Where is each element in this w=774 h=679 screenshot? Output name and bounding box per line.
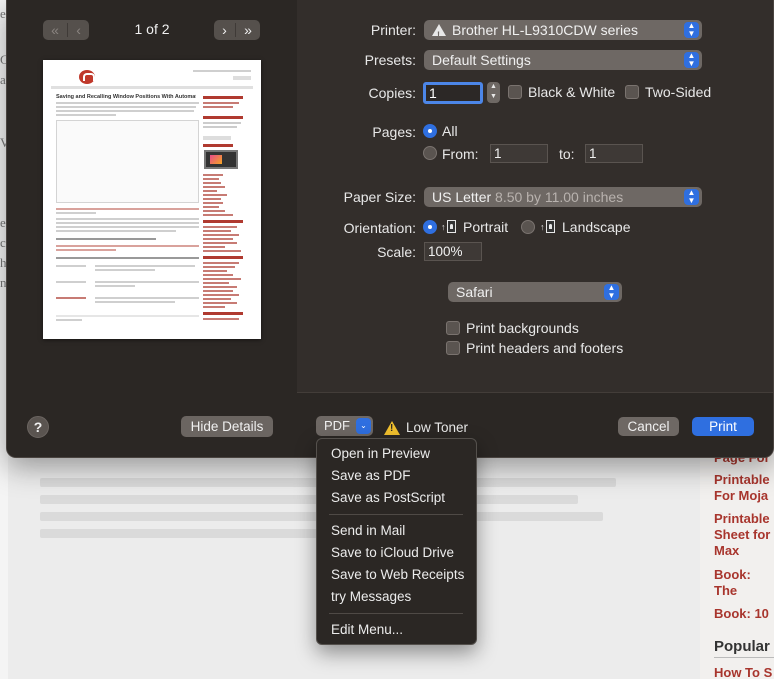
page-preview: Saving and Recalling Window Positions Wi… [43, 60, 261, 339]
menu-item-save-to-web-receipts[interactable]: Save to Web Receipts [317, 564, 476, 586]
print-backgrounds-checkbox[interactable] [446, 321, 460, 335]
last-page-button[interactable]: » [244, 20, 252, 40]
cancel-button[interactable]: Cancel [618, 417, 679, 436]
warning-icon [432, 24, 446, 45]
menu-item-try-messages[interactable]: try Messages [317, 586, 476, 608]
two-sided-label: Two-Sided [645, 84, 712, 100]
portrait-label: Portrait [463, 219, 509, 235]
pages-to-label-text: to: [559, 146, 575, 162]
warning-icon [384, 421, 400, 435]
pdf-menu-button[interactable]: PDF ⌄ [316, 416, 373, 436]
preview-article-title: Saving and Recalling Window Positions Wi… [56, 94, 196, 100]
print-backgrounds-label: Print backgrounds [466, 320, 579, 336]
menu-item-save-as-pdf[interactable]: Save as PDF [317, 465, 476, 487]
background-letter: a [0, 72, 6, 87]
pages-all-radio[interactable] [423, 124, 437, 138]
first-page-button[interactable]: « [51, 20, 59, 40]
sidebar-link[interactable]: Printable For Moja [714, 472, 774, 504]
print-headers-checkbox[interactable] [446, 341, 460, 355]
low-toner-label: Low Toner [406, 420, 469, 435]
pdf-menu: Open in Preview Save as PDF Save as Post… [316, 438, 477, 645]
menu-item-save-as-postscript[interactable]: Save as PostScript [317, 487, 476, 509]
chevron-updown-icon: ▲ ▼ [684, 22, 699, 38]
scale-input[interactable]: 100% [424, 242, 482, 261]
chevron-updown-icon: ▲ ▼ [684, 52, 699, 68]
popular-heading: Popular [714, 638, 770, 655]
paper-size-label: Paper Size: [343, 189, 416, 205]
landscape-icon: ↑ [540, 220, 555, 234]
black-white-checkbox[interactable] [508, 85, 522, 99]
copies-label: Copies: [368, 85, 416, 101]
presets-label: Presets: [364, 52, 416, 68]
preview-thumbnail [204, 150, 238, 169]
pages-to-input[interactable]: 1 [585, 144, 643, 163]
help-button[interactable]: ? [27, 416, 49, 438]
menu-separator [329, 514, 463, 515]
print-button[interactable]: Print [692, 417, 754, 436]
pages-from-label: From: [442, 146, 479, 162]
pages-range-radio[interactable] [423, 146, 437, 160]
pages-from-input[interactable]: 1 [490, 144, 548, 163]
preview-video-box [56, 120, 199, 203]
menu-item-open-in-preview[interactable]: Open in Preview [317, 443, 476, 465]
site-logo-icon [79, 70, 95, 84]
background-letter: c [0, 235, 6, 250]
landscape-radio[interactable] [521, 220, 535, 234]
pager-forward-group: › » [214, 20, 260, 40]
next-page-button[interactable]: › [222, 20, 227, 40]
background-letter: e [0, 6, 6, 21]
background-letter: e [0, 215, 6, 230]
presets-select[interactable]: Default Settings ▲ ▼ [424, 50, 702, 70]
copies-input[interactable]: 1 [423, 82, 483, 104]
two-sided-checkbox[interactable] [625, 85, 639, 99]
sidebar-link[interactable]: Printable Sheet for Max [714, 511, 774, 559]
sidebar-link[interactable]: How To S [714, 665, 772, 679]
landscape-label: Landscape [562, 219, 631, 235]
hide-details-button[interactable]: Hide Details [181, 416, 273, 437]
sidebar-link[interactable]: Book: The Security [714, 567, 774, 599]
orientation-label: Orientation: [343, 220, 416, 236]
print-headers-label: Print headers and footers [466, 340, 624, 356]
pages-label: Pages: [372, 124, 416, 140]
black-white-label: Black & White [528, 84, 616, 100]
chevron-updown-icon: ▲ ▼ [604, 284, 619, 300]
menu-item-edit-menu[interactable]: Edit Menu... [317, 619, 476, 641]
copies-stepper[interactable]: ▲ ▼ [487, 82, 500, 103]
sidebar-link[interactable]: Book: 10 [714, 606, 774, 622]
printer-select[interactable]: Brother HL-L9310CDW series ▲▼ [424, 20, 702, 45]
chevron-updown-icon: ▲ ▼ [684, 189, 699, 205]
menu-item-save-to-icloud[interactable]: Save to iCloud Drive [317, 542, 476, 564]
portrait-radio[interactable] [423, 220, 437, 234]
chevron-down-icon: ⌄ [356, 418, 371, 434]
paper-size-select[interactable]: US Letter 8.50 by 11.00 inches ▲ ▼ [424, 187, 702, 207]
app-section-select[interactable]: Safari ▲ ▼ [448, 282, 622, 302]
divider [714, 657, 774, 658]
printer-label: Printer: [370, 22, 416, 38]
pager-back-group: « ‹ [43, 20, 89, 40]
scale-label: Scale: [377, 244, 416, 260]
preview-pane: « ‹ 1 of 2 › » Saving and Recalling Wind… [7, 0, 297, 457]
page-indicator: 1 of 2 [134, 21, 170, 37]
prev-page-button[interactable]: ‹ [76, 20, 81, 40]
menu-item-send-in-mail[interactable]: Send in Mail [317, 520, 476, 542]
pages-all-label: All [442, 123, 458, 139]
menu-separator [329, 613, 463, 614]
portrait-icon: ↑ [441, 220, 456, 234]
